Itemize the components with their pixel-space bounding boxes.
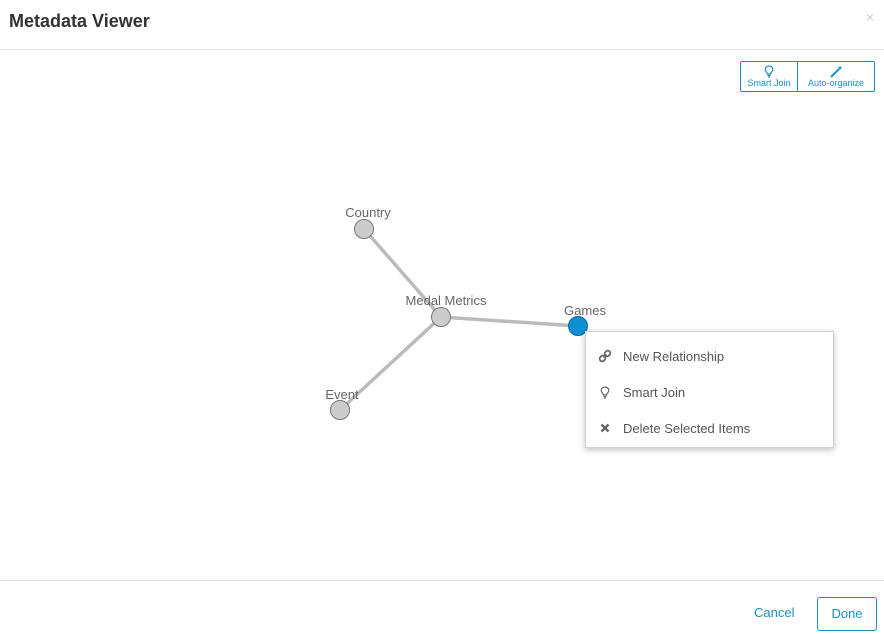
- dialog-title: Metadata Viewer: [9, 11, 150, 31]
- node-country[interactable]: Country: [345, 205, 391, 239]
- lightbulb-icon: [598, 385, 612, 399]
- link-icon: [598, 349, 612, 363]
- dialog-header: Metadata Viewer ×: [0, 0, 884, 50]
- smart-join-button[interactable]: Smart Join: [740, 61, 798, 92]
- node-event-label: Event: [325, 387, 359, 402]
- edge-medal-metrics-games[interactable]: [440, 315, 579, 328]
- node-games-label: Games: [564, 303, 606, 318]
- metadata-viewer-dialog: Metadata Viewer × Country Medal Metrics …: [0, 0, 884, 634]
- dialog-footer: Cancel Done: [0, 580, 884, 634]
- menu-item-smart-join[interactable]: Smart Join: [586, 374, 833, 410]
- graph-canvas[interactable]: Country Medal Metrics Games Event: [0, 50, 884, 580]
- menu-item-label: Smart Join: [623, 384, 686, 400]
- node-event[interactable]: Event: [325, 387, 359, 420]
- node-country-circle[interactable]: [354, 219, 374, 239]
- menu-item-label: Delete Selected Items: [623, 420, 751, 436]
- menu-item-label: New Relationship: [623, 348, 725, 364]
- node-medal-metrics-label: Medal Metrics: [406, 293, 487, 308]
- menu-item-new-relationship[interactable]: New Relationship: [586, 338, 833, 374]
- graph-toolbar: Smart Join Auto-organize: [740, 61, 875, 92]
- context-menu: New Relationship Smart Join Delete Selec…: [585, 331, 834, 448]
- cancel-button[interactable]: Cancel: [754, 605, 794, 620]
- node-medal-metrics-circle[interactable]: [431, 307, 451, 327]
- node-country-label: Country: [345, 205, 391, 220]
- close-icon: [598, 421, 612, 435]
- smart-join-label: Smart Join: [747, 78, 791, 88]
- node-medal-metrics[interactable]: Medal Metrics: [406, 293, 487, 327]
- graph-svg: Country Medal Metrics Games Event: [325, 205, 606, 420]
- magic-wand-icon: [830, 65, 843, 78]
- menu-item-delete-selected[interactable]: Delete Selected Items: [586, 410, 833, 446]
- lightbulb-icon: [764, 65, 774, 78]
- node-event-circle[interactable]: [330, 400, 350, 420]
- auto-organize-label: Auto-organize: [807, 78, 865, 88]
- auto-organize-button[interactable]: Auto-organize: [798, 61, 875, 92]
- done-button[interactable]: Done: [817, 597, 877, 631]
- close-button[interactable]: ×: [866, 9, 874, 25]
